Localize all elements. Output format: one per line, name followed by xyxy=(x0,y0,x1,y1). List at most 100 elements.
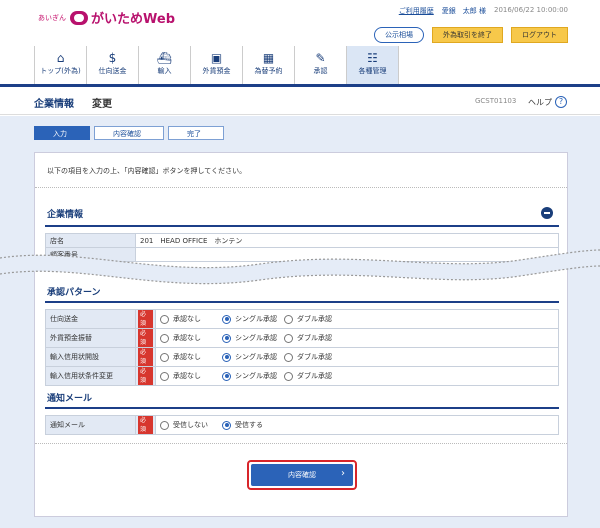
nav-label: 仕向送金 xyxy=(98,67,127,75)
table-row: 輸入信用状開設 必須 承認なし シングル承認 ダブル承認 xyxy=(45,347,559,367)
radio-label: シングル承認 xyxy=(235,315,277,323)
required-badge: 必須 xyxy=(138,416,153,434)
radio-none[interactable]: 承認なし xyxy=(160,371,222,381)
ship-icon: ⛴ xyxy=(156,51,173,65)
row-label: 外貨預金振替 xyxy=(45,328,136,348)
required-badge: 必須 xyxy=(138,348,153,366)
step-complete: 完了 xyxy=(168,126,224,140)
rates-button[interactable]: 公示相場 xyxy=(374,27,424,43)
approve-icon: ✎ xyxy=(315,51,326,65)
top-buttons: 公示相場 外為取引を終了 ログアウト xyxy=(374,27,568,43)
radio-no-receive[interactable]: 受信しない xyxy=(160,420,222,430)
radio-button[interactable] xyxy=(284,314,293,324)
confirm-label: 内容確認 xyxy=(288,471,316,479)
radio-none[interactable]: 承認なし xyxy=(160,333,222,343)
radio-single[interactable]: シングル承認 xyxy=(222,352,284,362)
radio-button[interactable] xyxy=(160,314,169,324)
radio-label: シングル承認 xyxy=(235,372,277,380)
radio-receive[interactable]: 受信する xyxy=(222,420,284,430)
radio-label: シングル承認 xyxy=(235,334,277,342)
admin-icon: ☷ xyxy=(367,51,378,65)
notification-table: 通知メール 必須 受信しない 受信する xyxy=(45,415,559,435)
radio-double[interactable]: ダブル承認 xyxy=(284,352,346,362)
radio-button[interactable] xyxy=(222,314,231,324)
radio-button[interactable] xyxy=(284,371,293,381)
section-rule xyxy=(45,225,559,227)
radio-label: 承認なし xyxy=(173,334,201,342)
nav-label: トップ(外為) xyxy=(40,67,81,75)
radio-label: ダブル承認 xyxy=(297,315,332,323)
radio-button[interactable] xyxy=(222,333,231,343)
nav-label: 外貨預金 xyxy=(202,67,231,75)
row-label: 通知メール xyxy=(45,415,136,435)
page-title: 変更 xyxy=(92,99,112,110)
remittance-icon: $ xyxy=(108,51,117,65)
collapse-icon[interactable] xyxy=(541,207,553,219)
radio-button[interactable] xyxy=(284,352,293,362)
login-timestamp: 2016/06/22 10:00:00 xyxy=(493,6,568,14)
instruction-text: 以下の項目を入力の上、「内容確認」ボタンを押してください。 xyxy=(47,167,247,175)
radio-none[interactable]: 承認なし xyxy=(160,352,222,362)
table-row: 外貨預金振替 必須 承認なし シングル承認 ダブル承認 xyxy=(45,328,559,348)
radio-label: ダブル承認 xyxy=(297,353,332,361)
row-label: 仕向送金 xyxy=(45,309,136,329)
radio-single[interactable]: シングル承認 xyxy=(222,371,284,381)
nav-import[interactable]: ⛴ 輸入 xyxy=(139,46,191,84)
radio-double[interactable]: ダブル承認 xyxy=(284,371,346,381)
forex-icon: ▦ xyxy=(262,51,275,65)
nav-forex[interactable]: ▦ 為替予約 xyxy=(243,46,295,84)
radio-button[interactable] xyxy=(222,352,231,362)
nav-deposit[interactable]: ▣ 外貨預金 xyxy=(191,46,243,84)
nav-approve[interactable]: ✎ 承認 xyxy=(295,46,347,84)
step-indicator: 入力 内容確認 完了 xyxy=(34,126,228,140)
approval-radio-group: 承認なし シングル承認 ダブル承認 xyxy=(160,333,554,343)
logo-small-text: あいぎん xyxy=(38,13,66,22)
radio-single[interactable]: シングル承認 xyxy=(222,314,284,324)
approval-title: 承認パターン xyxy=(47,288,101,298)
radio-button[interactable] xyxy=(222,420,231,430)
row-label: 輸入信用状開設 xyxy=(45,347,136,367)
logo[interactable]: あいぎん がいためWeb xyxy=(38,8,175,27)
approval-radio-group: 承認なし シングル承認 ダブル承認 xyxy=(160,371,554,381)
radio-label: ダブル承認 xyxy=(297,372,332,380)
help-label: ヘルプ xyxy=(528,97,552,107)
radio-button[interactable] xyxy=(222,371,231,381)
divider xyxy=(35,443,567,444)
radio-button[interactable] xyxy=(284,333,293,343)
screen-id: GCST01103 xyxy=(475,97,517,105)
radio-button[interactable] xyxy=(160,352,169,362)
nav-label: 承認 xyxy=(313,67,328,75)
nav-label: 為替予約 xyxy=(254,67,283,75)
help-button[interactable]: ヘルプ ? xyxy=(528,96,567,108)
nav-admin[interactable]: ☷ 各種管理 xyxy=(347,46,399,84)
notification-radio-group: 受信しない 受信する xyxy=(160,420,554,430)
confirm-button[interactable]: 内容確認 › xyxy=(251,464,353,486)
radio-button[interactable] xyxy=(160,420,169,430)
form-panel: 以下の項目を入力の上、「内容確認」ボタンを押してください。 企業情報 店名 20… xyxy=(34,152,568,517)
nav-top[interactable]: ⌂ トップ(外為) xyxy=(35,46,87,84)
radio-button[interactable] xyxy=(160,333,169,343)
approval-table: 仕向送金 必須 承認なし シングル承認 ダブル承認 外貨預金振替 必須 承認なし… xyxy=(45,309,559,386)
end-session-button[interactable]: 外為取引を終了 xyxy=(432,27,503,43)
radio-button[interactable] xyxy=(160,371,169,381)
section-rule xyxy=(45,407,559,409)
radio-single[interactable]: シングル承認 xyxy=(222,333,284,343)
radio-label: 受信しない xyxy=(173,421,208,429)
radio-none[interactable]: 承認なし xyxy=(160,314,222,324)
table-row: 輸入信用状条件変更 必須 承認なし シングル承認 ダブル承認 xyxy=(45,366,559,386)
history-link[interactable]: ご利用履歴 xyxy=(399,6,434,16)
radio-label: 承認なし xyxy=(173,372,201,380)
logout-button[interactable]: ログアウト xyxy=(511,27,568,43)
company-info-title: 企業情報 xyxy=(47,210,84,220)
user-name: 愛銀 太郎 様 xyxy=(441,7,486,15)
table-row: 仕向送金 必須 承認なし シングル承認 ダブル承認 xyxy=(45,309,559,329)
title-bar: 企業情報 変更 GCST01103 ヘルプ ? xyxy=(0,87,600,115)
notification-title: 通知メール xyxy=(47,394,93,404)
radio-double[interactable]: ダブル承認 xyxy=(284,314,346,324)
required-badge: 必須 xyxy=(138,329,153,347)
nav-remittance[interactable]: $ 仕向送金 xyxy=(87,46,139,84)
logo-icon xyxy=(70,10,88,25)
radio-double[interactable]: ダブル承認 xyxy=(284,333,346,343)
logo-main-text: がいためWeb xyxy=(91,12,175,27)
header: あいぎん がいためWeb ご利用履歴 愛銀 太郎 様 2016/06/22 10… xyxy=(0,0,600,46)
